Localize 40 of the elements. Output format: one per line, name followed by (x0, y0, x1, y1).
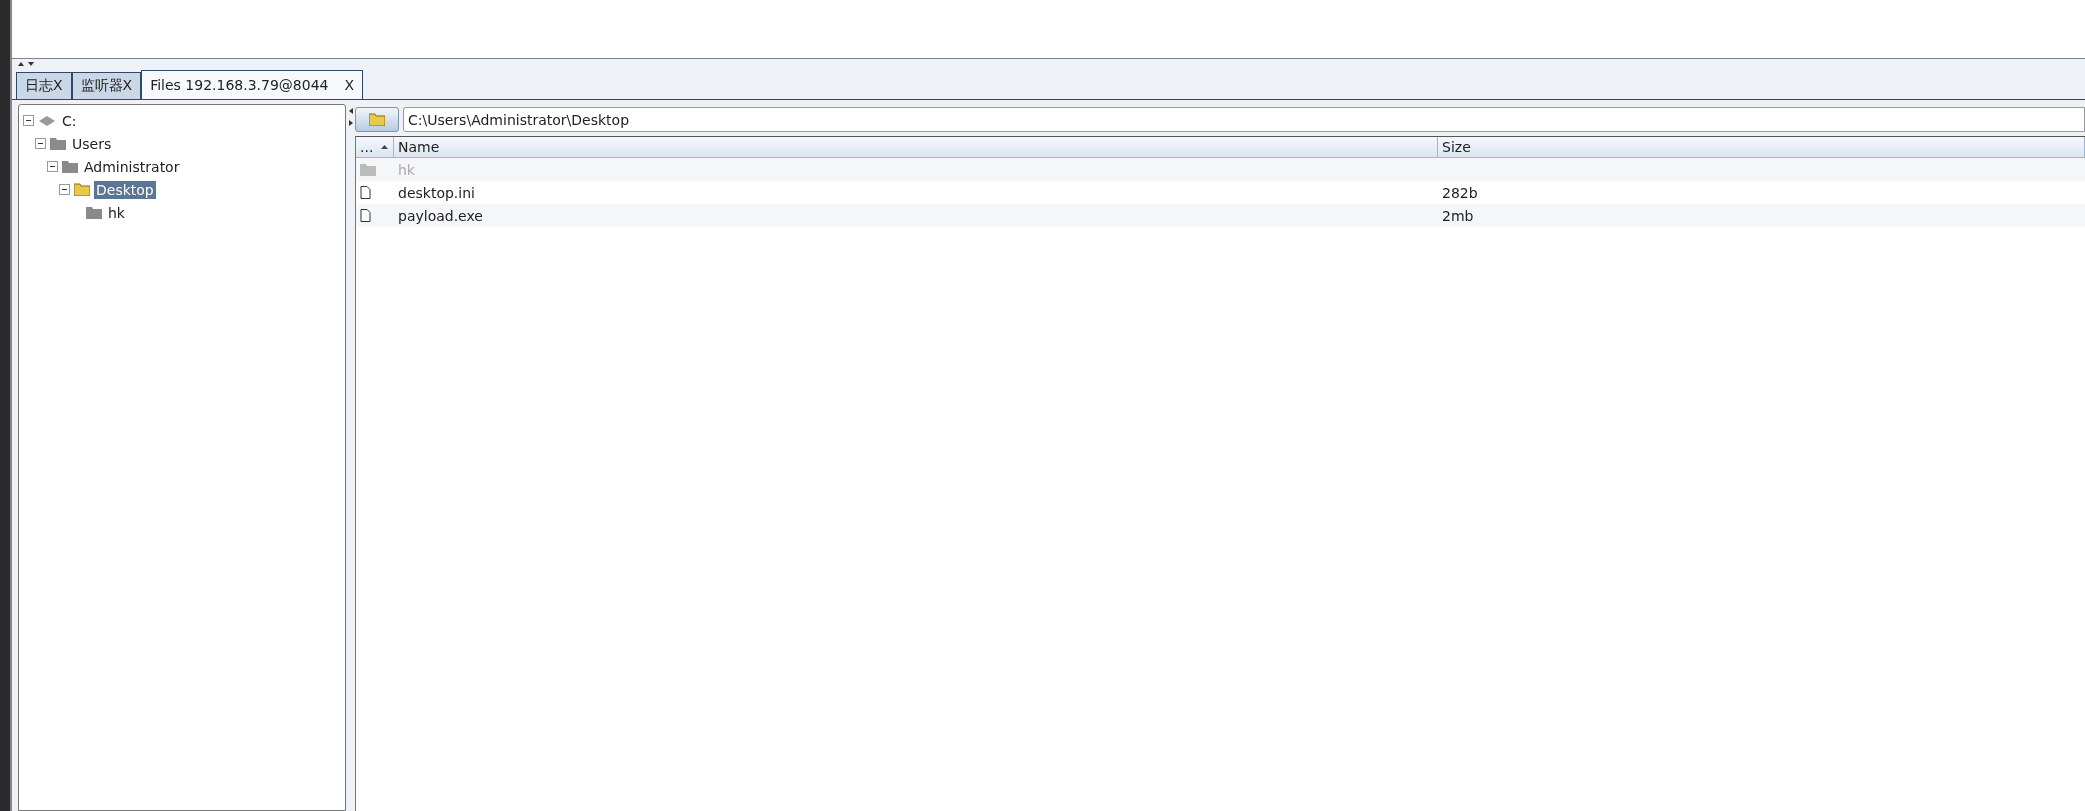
tree-item[interactable]: Administrator (82, 157, 182, 176)
file-icon (360, 209, 371, 222)
tab-label: Files 192.168.3.79@8044 (150, 77, 329, 93)
file-name: desktop.ini (397, 184, 476, 201)
tab-label: 日志X (25, 77, 63, 95)
column-header[interactable]: Size (1442, 139, 1471, 155)
file-size: 2mb (1441, 207, 1475, 224)
up-arrow-icon[interactable] (18, 61, 24, 66)
collapse-toggle[interactable] (47, 161, 58, 172)
folder-icon (50, 137, 66, 150)
drive-icon (38, 114, 56, 127)
right-arrow-icon[interactable] (348, 120, 353, 126)
tree-item[interactable]: C: (60, 111, 79, 130)
folder-icon (360, 163, 376, 176)
left-arrow-icon[interactable] (348, 108, 353, 114)
collapse-toggle[interactable] (59, 184, 70, 195)
collapse-toggle[interactable] (35, 138, 46, 149)
file-icon (360, 186, 371, 199)
folder-icon (62, 160, 78, 173)
tab[interactable]: Files 192.168.3.79@8044 X (141, 70, 364, 99)
folder-icon (369, 113, 385, 126)
sort-arrow-icon (381, 145, 389, 149)
path-field[interactable]: C:\Users\Administrator\Desktop (403, 107, 2085, 132)
file-name: hk (397, 161, 416, 178)
folder-icon (86, 206, 102, 219)
tab[interactable]: 日志X (16, 72, 72, 99)
tree-item[interactable]: Desktop (94, 180, 156, 199)
file-row[interactable]: payload.exe 2mb (356, 204, 2085, 227)
collapse-toggle[interactable] (23, 115, 34, 126)
tab-label: 监听器X (80, 77, 133, 95)
file-name: payload.exe (397, 207, 484, 224)
file-size: 282b (1441, 184, 1479, 201)
folder-icon (74, 183, 90, 196)
tree-item[interactable]: Users (70, 134, 114, 153)
column-header[interactable]: ... (360, 139, 374, 155)
tab[interactable]: 监听器X (71, 72, 142, 99)
close-button[interactable]: X (344, 77, 355, 93)
column-header[interactable]: Name (398, 139, 440, 155)
tree-item[interactable]: hk (106, 203, 127, 222)
down-arrow-icon[interactable] (28, 61, 34, 66)
